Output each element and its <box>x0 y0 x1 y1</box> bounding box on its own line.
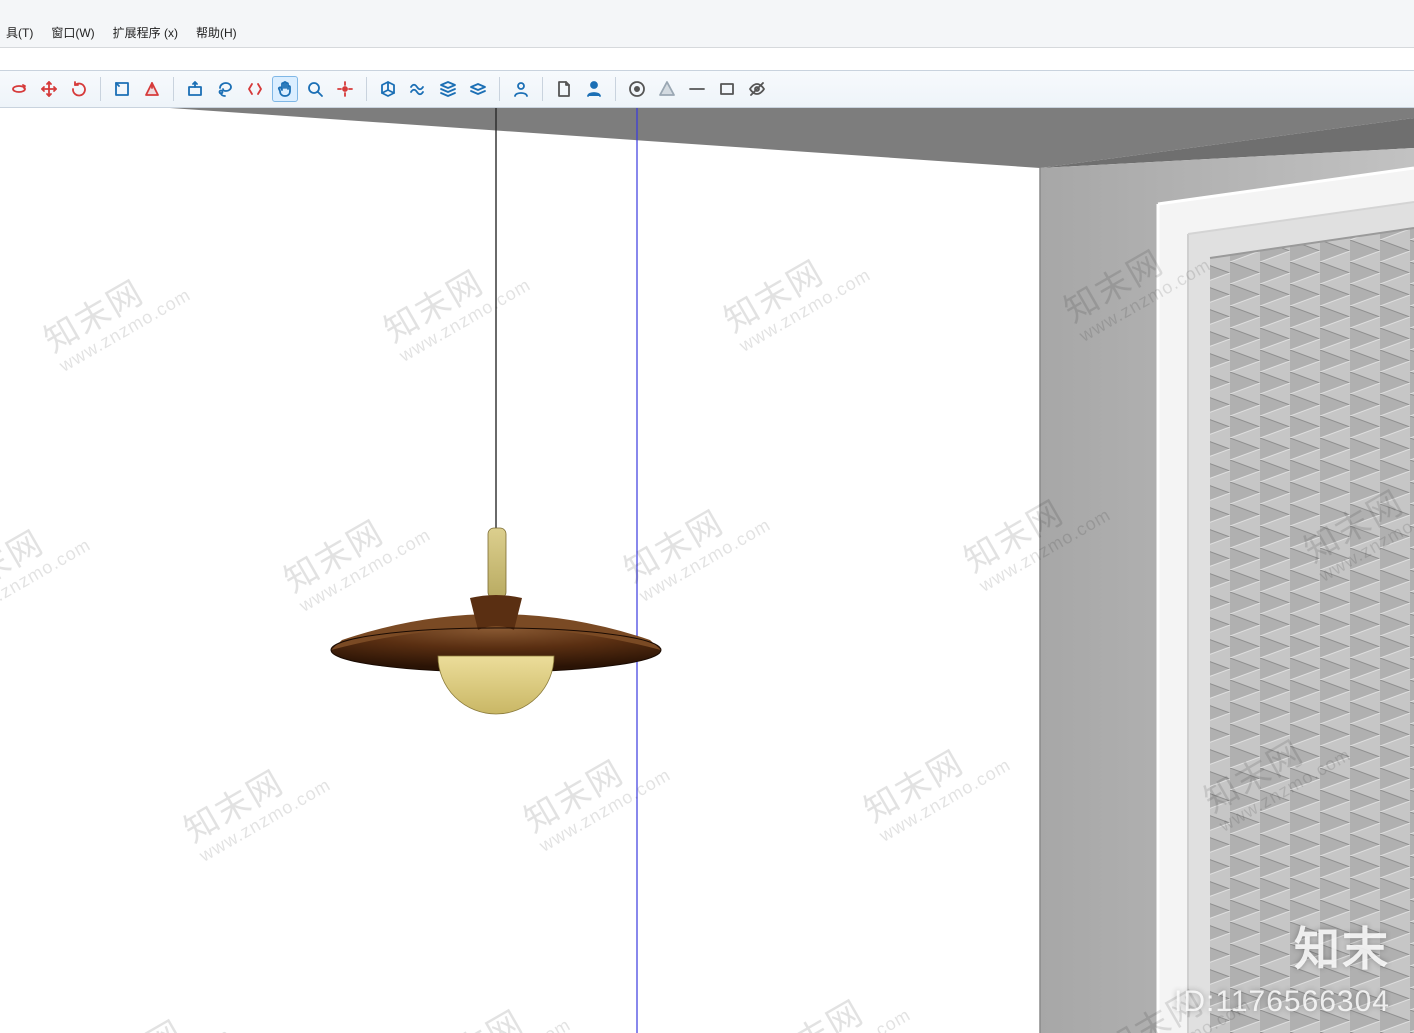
layers-wave-icon[interactable] <box>405 76 431 102</box>
triangle-flag-icon[interactable] <box>139 76 165 102</box>
orbit-icon[interactable] <box>6 76 32 102</box>
style-shaded-icon[interactable] <box>654 76 680 102</box>
brand-badge: 知末 <box>1294 913 1390 979</box>
pendant-lamp <box>331 108 661 714</box>
viewport-3d[interactable]: 知末网www.znzmo.com知末网www.znzmo.com知末网www.z… <box>0 108 1414 1033</box>
layers-fan-icon[interactable] <box>465 76 491 102</box>
layers-hex-icon[interactable] <box>375 76 401 102</box>
toolbar-separator <box>366 77 367 101</box>
rotate-icon[interactable] <box>66 76 92 102</box>
target-icon[interactable] <box>332 76 358 102</box>
pushpull-icon[interactable] <box>182 76 208 102</box>
toolbar-separator <box>499 77 500 101</box>
new-page-icon[interactable] <box>551 76 577 102</box>
person-icon[interactable] <box>581 76 607 102</box>
pan-icon[interactable] <box>36 76 62 102</box>
menu-extensions[interactable]: 扩展程序 (x) <box>113 24 178 41</box>
layers-stack-icon[interactable] <box>435 76 461 102</box>
menu-bar: 具(T) 窗口(W) 扩展程序 (x) 帮助(H) <box>0 0 1414 48</box>
menu-items: 具(T) 窗口(W) 扩展程序 (x) 帮助(H) <box>0 24 237 41</box>
zoom-icon[interactable] <box>302 76 328 102</box>
model-id-badge: ID:1176566304 <box>1174 985 1390 1019</box>
window-frame <box>1158 168 1414 1033</box>
style-hidden-icon[interactable] <box>714 76 740 102</box>
style-dot-icon[interactable] <box>624 76 650 102</box>
toolbar-separator <box>173 77 174 101</box>
lasso-icon[interactable] <box>212 76 238 102</box>
arrows-split-icon[interactable] <box>242 76 268 102</box>
main-toolbar <box>0 70 1414 108</box>
style-wire-icon[interactable] <box>684 76 710 102</box>
menu-help[interactable]: 帮助(H) <box>196 24 237 41</box>
toolbar-separator <box>100 77 101 101</box>
select-rect-icon[interactable] <box>109 76 135 102</box>
menu-tools[interactable]: 具(T) <box>6 24 33 41</box>
hand-icon[interactable] <box>272 76 298 102</box>
toolbar-separator <box>542 77 543 101</box>
style-off-icon[interactable] <box>744 76 770 102</box>
toolbar-separator <box>615 77 616 101</box>
profile-icon[interactable] <box>508 76 534 102</box>
menu-window[interactable]: 窗口(W) <box>51 24 94 41</box>
scene-svg <box>0 108 1414 1033</box>
